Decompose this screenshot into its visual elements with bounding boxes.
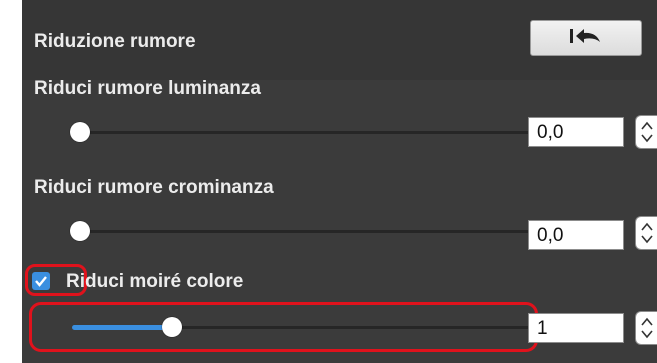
luminance-stepper[interactable] <box>635 115 657 149</box>
noise-reduction-panel: Riduzione rumore Riduci rumore luminanza… <box>22 0 657 363</box>
moire-value-field[interactable]: 1 <box>528 313 624 343</box>
chrominance-label: Riduci rumore crominanza <box>34 177 274 198</box>
moire-stepper[interactable] <box>635 311 657 345</box>
slider-track <box>72 230 530 233</box>
section-title: Riduzione rumore <box>34 31 196 52</box>
slider-thumb[interactable] <box>70 122 90 142</box>
reset-to-default-icon <box>566 27 606 50</box>
chrominance-stepper[interactable] <box>635 216 657 250</box>
luminance-slider[interactable] <box>62 120 530 144</box>
slider-track <box>72 131 530 134</box>
stepper-arrows-icon <box>641 121 653 143</box>
stepper-arrows-icon <box>641 317 653 339</box>
reset-button[interactable] <box>530 20 642 56</box>
luminance-label: Riduci rumore luminanza <box>34 78 261 99</box>
slider-thumb[interactable] <box>70 221 90 241</box>
chrominance-slider[interactable] <box>62 219 530 243</box>
chrominance-value-field[interactable]: 0,0 <box>528 220 624 250</box>
slider-highlight-box <box>29 302 538 352</box>
moire-label: Riduci moiré colore <box>66 271 244 292</box>
luminance-value-field[interactable]: 0,0 <box>528 117 624 147</box>
stepper-arrows-icon <box>641 222 653 244</box>
